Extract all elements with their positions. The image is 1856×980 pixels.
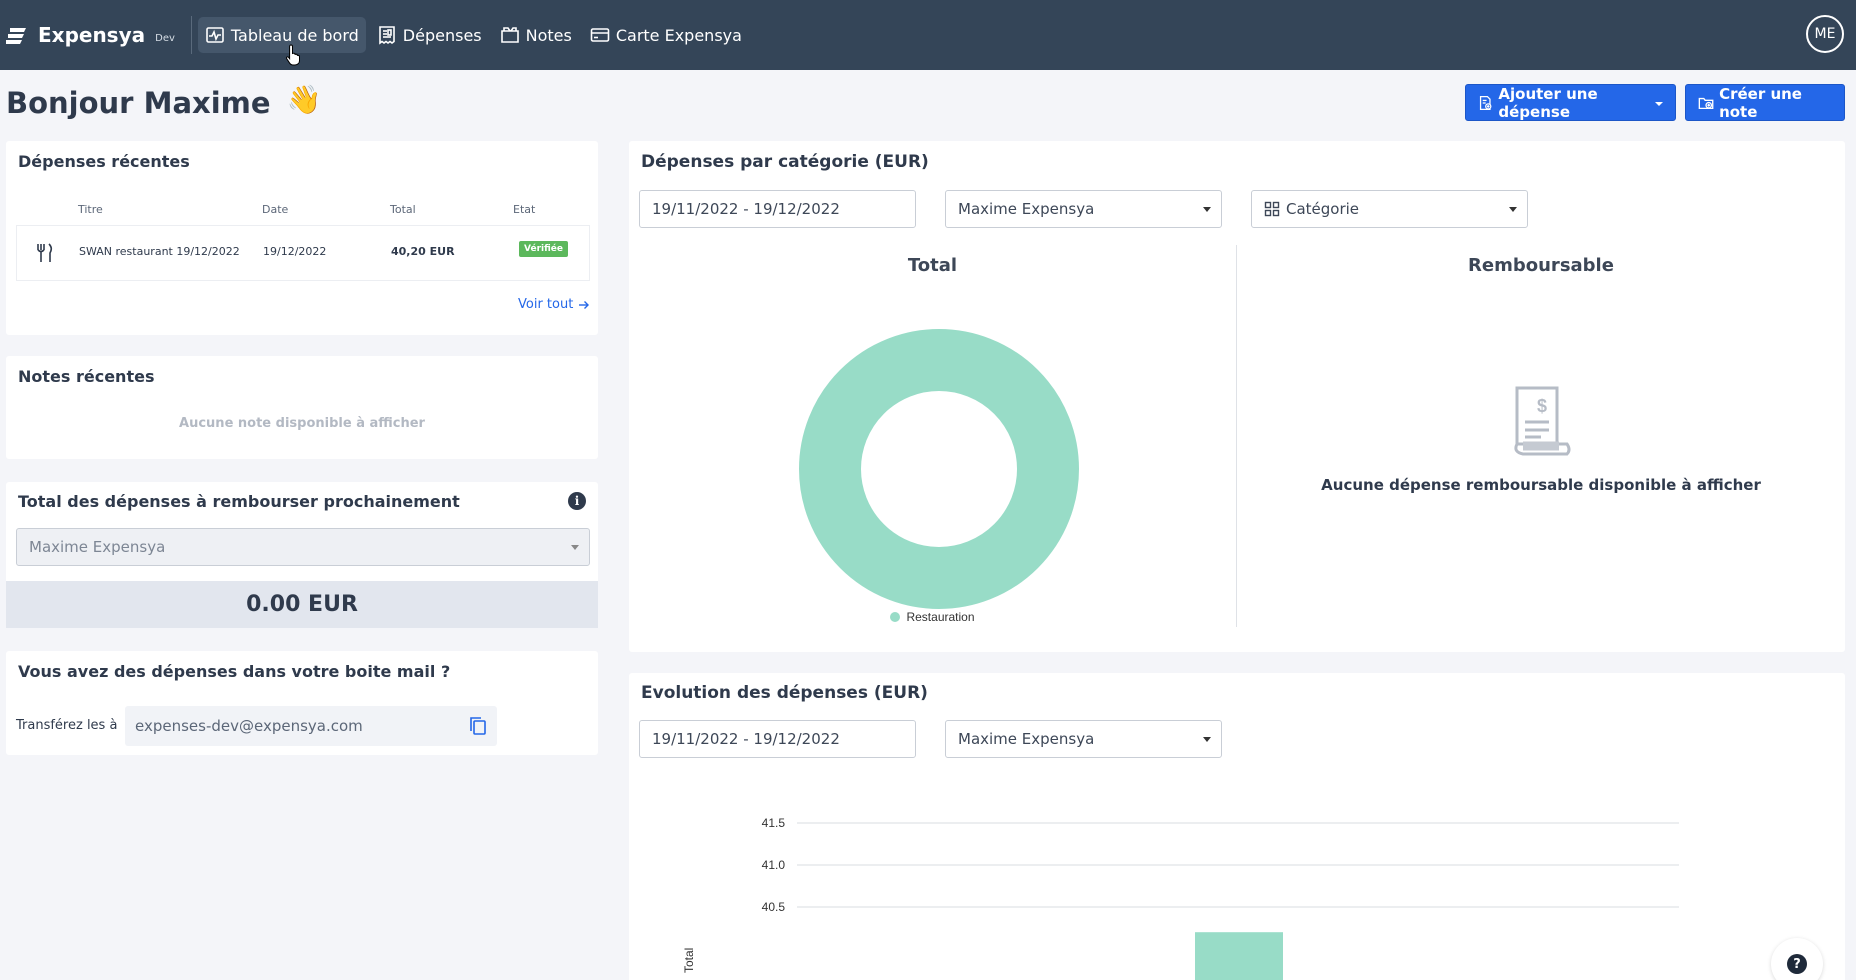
nav-notes-label: Notes [525,25,572,45]
column-header-total: Total [390,203,416,216]
nav-card[interactable]: Carte Expensya [583,17,749,53]
recent-notes-title: Notes récentes [18,367,155,386]
column-header-date: Date [262,203,289,216]
category-chart-card: Dépenses par catégorie (EUR) 19/11/2022 … [629,141,1845,652]
donut-legend: Restauration [629,610,1236,624]
nav-dashboard[interactable]: Tableau de bord [197,17,366,53]
table-row[interactable]: SWAN restaurant 19/12/2022 19/12/2022 40… [16,225,590,281]
dashboard-icon [206,27,224,43]
group-by-select[interactable]: Catégorie [1251,190,1528,228]
reimburse-amount: 0.00 EUR [6,581,598,628]
category-chart-title: Dépenses par catégorie (EUR) [641,152,929,172]
reimburse-user-select[interactable]: Maxime Expensya [16,528,590,566]
donut-slice-restauration[interactable] [799,329,1079,609]
chevron-down-icon [1203,737,1211,742]
category-date-range-value: 19/11/2022 - 19/12/2022 [652,200,840,218]
grid-icon [1264,201,1280,217]
dropdown-caret-icon [1655,101,1663,106]
bar[interactable] [1195,932,1283,980]
folder-add-icon [1698,97,1714,109]
refundable-chart-heading: Remboursable [1468,255,1614,276]
total-donut-chart [799,329,1079,609]
nav-card-label: Carte Expensya [615,25,742,45]
evolution-user-select[interactable]: Maxime Expensya [945,720,1222,758]
row-title: SWAN restaurant 19/12/2022 [79,245,240,258]
receipt-empty-icon: $ [1514,386,1571,456]
legend-label: Restauration [906,610,975,624]
evolution-date-range-input[interactable]: 19/11/2022 - 19/12/2022 [639,720,916,758]
category-user-value: Maxime Expensya [958,200,1095,218]
receipt-add-icon [1479,95,1492,110]
svg-text:$: $ [1537,396,1547,416]
evolution-bar-chart: 41.5 41.0 40.5 Total [682,816,1679,980]
category-user-select[interactable]: Maxime Expensya [945,190,1222,228]
add-expense-button[interactable]: Ajouter une dépense [1465,84,1676,121]
see-all-label: Voir tout [518,297,574,312]
create-note-label: Créer une note [1719,84,1802,121]
nav-notes[interactable]: Notes [493,17,579,53]
info-icon[interactable]: i [568,492,586,510]
greeting-text: Bonjour Maxime [6,86,271,120]
receipt-icon [378,26,395,45]
expensya-logo-icon [6,28,26,44]
card-icon [590,28,610,42]
hand-cursor-icon [286,44,300,66]
evolution-chart-card: Evolution des dépenses (EUR) 19/11/2022 … [629,673,1845,980]
reimburse-card: Total des dépenses à rembourser prochain… [6,482,598,628]
page-title: Bonjour Maxime 👋 [6,82,322,121]
chevron-down-icon [1509,207,1517,212]
refundable-empty-message: Aucune dépense remboursable disponible à… [1321,476,1761,494]
forward-email-field[interactable]: expenses-dev@expensya.com [125,706,497,746]
chevron-down-icon [1203,207,1211,212]
column-header-status: Etat [513,203,536,216]
evolution-chart-title: Evolution des dépenses (EUR) [641,683,928,703]
group-by-value: Catégorie [1286,200,1360,218]
recent-expenses-title: Dépenses récentes [18,152,190,171]
user-avatar[interactable]: ME [1806,15,1844,53]
forward-email-value: expenses-dev@expensya.com [135,717,363,735]
mailbox-label: Transférez les à [16,718,118,733]
nav-divider [190,16,192,54]
see-all-link[interactable]: Voir tout [518,297,590,312]
reimburse-title: Total des dépenses à rembourser prochain… [18,492,460,511]
nav-expenses[interactable]: Dépenses [370,17,489,53]
y-tick-label: 41.0 [762,858,786,872]
evolution-date-range-value: 19/11/2022 - 19/12/2022 [652,730,840,748]
evolution-user-value: Maxime Expensya [958,730,1095,748]
folder-icon [500,27,519,43]
legend-swatch [890,612,901,622]
row-date: 19/12/2022 [263,245,327,258]
notes-empty-message: Aucune note disponible à afficher [179,416,425,431]
column-header-title: Titre [78,203,103,216]
copy-icon[interactable] [469,716,487,736]
arrow-right-icon [579,300,590,309]
mailbox-card: Vous avez des dépenses dans votre boite … [6,651,598,755]
chart-divider [1236,245,1237,627]
total-chart-heading: Total [907,255,958,276]
nav-expenses-label: Dépenses [402,25,482,45]
recent-expenses-card: Dépenses récentes Titre Date Total Etat … [6,141,598,335]
mailbox-title: Vous avez des dépenses dans votre boite … [18,662,451,681]
y-tick-label: 41.5 [762,816,786,830]
create-note-button[interactable]: Créer une note [1685,84,1845,121]
env-label: Dev [155,32,175,44]
brand-name: Expensya [38,23,146,47]
waving-hand-icon: 👋 [286,82,322,116]
help-icon: ? [1787,954,1807,974]
top-navbar: Expensya Dev Tableau de bord Dépenses No… [0,0,1856,70]
recent-notes-card: Notes récentes Aucune note disponible à … [6,356,598,459]
chevron-down-icon [571,545,579,550]
status-badge: Vérifiée [519,241,568,257]
row-total: 40,20 EUR [391,245,455,258]
nav-dashboard-label: Tableau de bord [230,25,359,45]
reimburse-user-value: Maxime Expensya [29,538,166,556]
y-tick-label: 40.5 [762,900,786,914]
y-axis-label: Total [682,948,696,973]
brand[interactable]: Expensya Dev [6,23,175,47]
restaurant-icon [37,243,53,262]
add-expense-label: Ajouter une dépense [1498,84,1598,121]
category-date-range-input[interactable]: 19/11/2022 - 19/12/2022 [639,190,916,228]
